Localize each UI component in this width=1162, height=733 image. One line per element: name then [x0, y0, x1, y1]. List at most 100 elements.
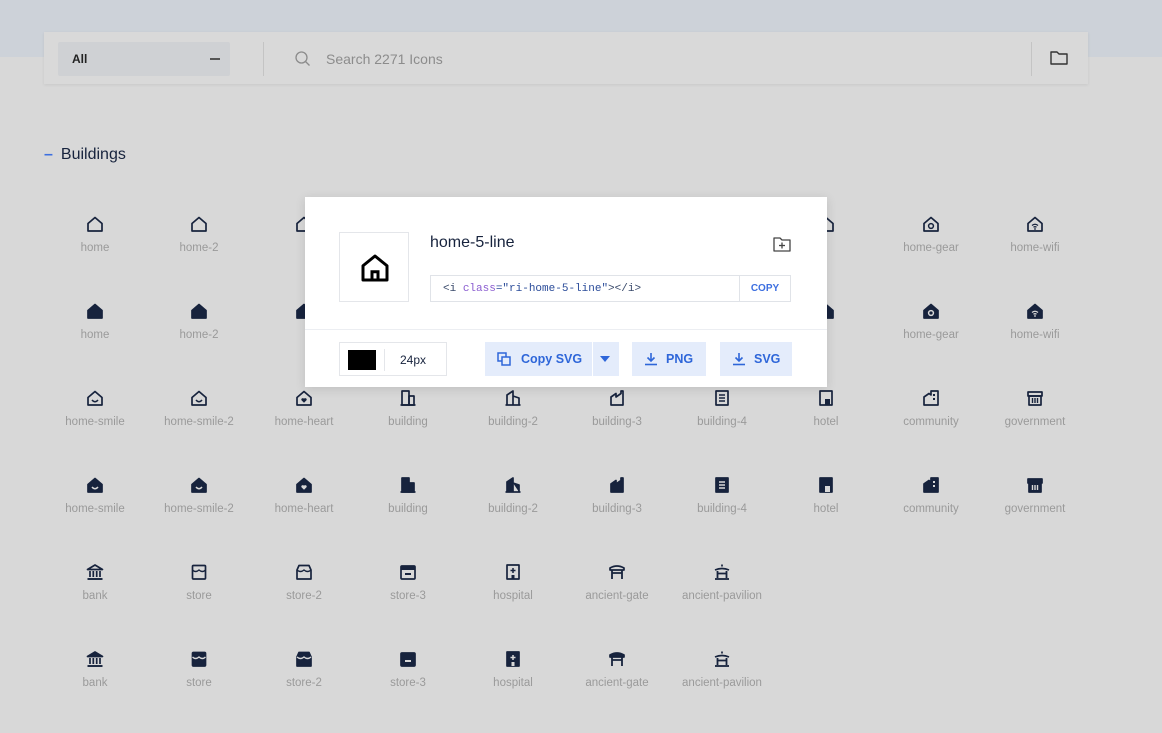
icon-tile[interactable]: ancient-gate [565, 649, 669, 729]
icon-tile[interactable]: store-2 [252, 649, 356, 729]
icon-tile[interactable]: home [43, 301, 147, 381]
home-icon [191, 303, 207, 319]
copy-svg-button[interactable]: Copy SVG [485, 342, 619, 376]
icon-tile[interactable]: home-gear [879, 301, 983, 381]
home-icon [87, 303, 103, 319]
icon-tile-label: ancient-gate [585, 677, 649, 689]
icon-tile[interactable]: store-3 [356, 562, 460, 642]
download-png-button[interactable]: PNG [632, 342, 706, 376]
home-smile-icon [191, 390, 207, 406]
icon-tile[interactable]: home [43, 214, 147, 294]
icon-tile[interactable]: building-4 [670, 388, 774, 468]
building-3-icon [610, 477, 624, 493]
icon-tile-label: home-smile [65, 416, 125, 428]
icon-tile[interactable]: home-heart [252, 475, 356, 555]
icon-tile[interactable]: store-3 [356, 649, 460, 729]
icon-tile-label: bank [82, 590, 108, 602]
icon-preview [339, 232, 409, 302]
store-icon [191, 564, 207, 580]
category-select-value: All [72, 52, 88, 66]
icon-tile-label: store-3 [390, 677, 426, 689]
toolbar-divider [1031, 42, 1032, 76]
icon-tile-label: home-gear [903, 242, 959, 254]
ancient-gate-icon [609, 565, 625, 579]
icon-tile[interactable]: home-wifi [983, 301, 1087, 381]
store-2-icon [296, 564, 312, 580]
color-swatch[interactable] [348, 350, 376, 370]
copy-svg-label: Copy SVG [521, 352, 583, 366]
icon-tile[interactable]: building-3 [565, 388, 669, 468]
hotel-icon [819, 390, 833, 406]
building-4-icon [715, 390, 729, 406]
icon-tile[interactable]: hotel [774, 388, 878, 468]
icon-tile[interactable]: home-heart [252, 388, 356, 468]
icon-tile[interactable]: store-2 [252, 562, 356, 642]
icon-tile-label: hospital [493, 590, 533, 602]
category-select[interactable]: All [58, 42, 230, 76]
icon-tile[interactable]: home-smile-2 [147, 388, 251, 468]
copy-code-button[interactable]: COPY [739, 276, 790, 301]
icon-tile[interactable]: home-2 [147, 301, 251, 381]
icon-tile-label: ancient-pavilion [682, 590, 762, 602]
icon-tile[interactable]: ancient-pavilion [670, 562, 774, 642]
icon-tile-label: building [388, 416, 428, 428]
chevron-down-icon[interactable] [600, 356, 610, 362]
icon-tile-label: ancient-pavilion [682, 677, 762, 689]
icon-tile-label: building-2 [488, 503, 538, 515]
search-input[interactable] [324, 47, 748, 71]
icon-tile[interactable]: hotel [774, 475, 878, 555]
icon-tile-label: store-2 [286, 677, 322, 689]
icon-tile[interactable]: bank [43, 562, 147, 642]
icon-tile[interactable]: home-smile [43, 475, 147, 555]
icon-code-field[interactable]: <i class="ri-home-5-line"></i> COPY [430, 275, 791, 302]
popup-divider [305, 329, 827, 330]
icon-code-snippet: <i class="ri-home-5-line"></i> [443, 283, 642, 295]
icon-tile-label: home [80, 329, 110, 341]
folder-icon[interactable] [1048, 48, 1070, 68]
search-icon [295, 51, 310, 66]
icon-tile-label: home [80, 242, 110, 254]
icon-tile-label: building-4 [697, 503, 747, 515]
icon-tile[interactable]: community [879, 475, 983, 555]
icon-tile[interactable]: building [356, 475, 460, 555]
toolbar: All [44, 32, 1088, 84]
section-title: Buildings [60, 146, 126, 163]
icon-tile[interactable]: ancient-pavilion [670, 649, 774, 729]
icon-tile-label: community [903, 416, 959, 428]
icon-tile[interactable]: hospital [461, 562, 565, 642]
icon-tile[interactable]: community [879, 388, 983, 468]
icon-tile[interactable]: store [147, 562, 251, 642]
download-svg-button[interactable]: SVG [720, 342, 792, 376]
icon-tile[interactable]: home-gear [879, 214, 983, 294]
icon-tile[interactable]: building-3 [565, 475, 669, 555]
icon-tile[interactable]: building [356, 388, 460, 468]
icon-tile[interactable]: ancient-gate [565, 562, 669, 642]
icon-tile[interactable]: building-2 [461, 475, 565, 555]
icon-tile-label: building-2 [488, 416, 538, 428]
icon-tile-label: hotel [813, 503, 839, 515]
section-header[interactable]: – Buildings [44, 146, 126, 164]
home-icon [87, 216, 103, 232]
icon-tile[interactable]: government [983, 388, 1087, 468]
icon-tile[interactable]: home-smile [43, 388, 147, 468]
ancient-pavilion-icon [714, 651, 730, 667]
building-icon [400, 390, 416, 406]
icon-tile[interactable]: home-wifi [983, 214, 1087, 294]
icon-tile[interactable]: building-2 [461, 388, 565, 468]
icon-tile[interactable]: home-2 [147, 214, 251, 294]
icon-tile[interactable]: government [983, 475, 1087, 555]
community-icon [923, 477, 939, 493]
color-size-control: 24px [339, 342, 447, 376]
icon-tile-label: home-smile-2 [164, 416, 234, 428]
svg-label: SVG [754, 352, 781, 366]
icon-tile[interactable]: hospital [461, 649, 565, 729]
icon-tile[interactable]: store [147, 649, 251, 729]
size-value[interactable]: 24px [400, 353, 426, 367]
icon-tile-label: bank [82, 677, 108, 689]
icon-tile-label: hotel [813, 416, 839, 428]
icon-tile[interactable]: home-smile-2 [147, 475, 251, 555]
icon-tile[interactable]: building-4 [670, 475, 774, 555]
add-to-collection-icon[interactable] [772, 235, 792, 253]
icon-tile[interactable]: bank [43, 649, 147, 729]
hospital-icon [506, 564, 520, 580]
